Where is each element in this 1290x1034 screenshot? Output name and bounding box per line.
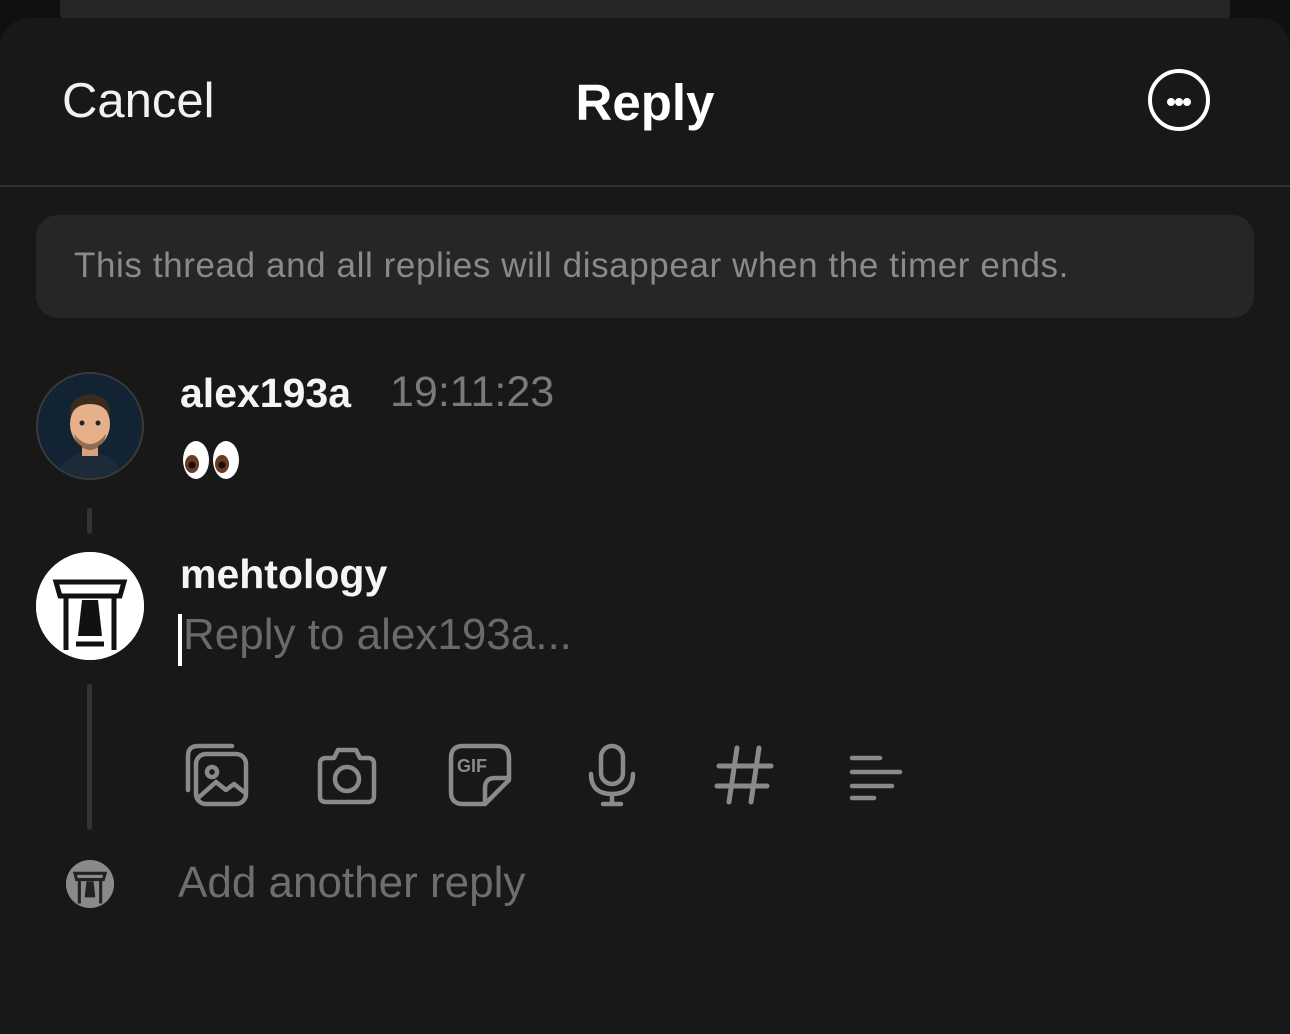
eyes-emoji-icon <box>180 434 244 486</box>
mini-avatar-mehtology <box>66 860 114 908</box>
thread-connector-reply <box>87 684 92 830</box>
avatar-alex193a[interactable] <box>36 372 144 480</box>
poll-icon[interactable] <box>842 740 912 810</box>
reply-text-input[interactable]: Reply to alex193a... <box>178 610 1078 668</box>
post-timestamp: 19:11:23 <box>390 368 555 416</box>
profile-photo-icon <box>38 374 142 478</box>
page-title: Reply <box>575 74 715 131</box>
disappearing-thread-notice: This thread and all replies will disappe… <box>36 215 1254 318</box>
avatar-mehtology[interactable] <box>36 552 144 660</box>
more-options-icon[interactable] <box>1148 69 1210 131</box>
hashtag-icon[interactable] <box>709 740 779 810</box>
text-caret <box>178 614 182 666</box>
notice-text: This thread and all replies will disappe… <box>74 246 1069 285</box>
microphone-icon[interactable] <box>577 740 647 810</box>
thread-connector <box>87 508 92 534</box>
header: Cancel Reply <box>0 18 1290 187</box>
reply-sheet: Cancel Reply This thread and all replies… <box>0 18 1290 1034</box>
moai-icon-small <box>66 860 114 908</box>
reply-placeholder: Reply to alex193a... <box>183 610 572 659</box>
reply-username: mehtology <box>180 551 388 597</box>
photo-library-icon[interactable] <box>182 740 252 810</box>
gif-icon[interactable]: GIF <box>445 740 515 810</box>
post-username[interactable]: alex193a <box>180 370 351 417</box>
camera-icon[interactable] <box>312 740 382 810</box>
svg-text:GIF: GIF <box>457 756 487 776</box>
moai-icon <box>36 552 144 660</box>
add-another-reply-button[interactable]: Add another reply <box>178 858 525 908</box>
